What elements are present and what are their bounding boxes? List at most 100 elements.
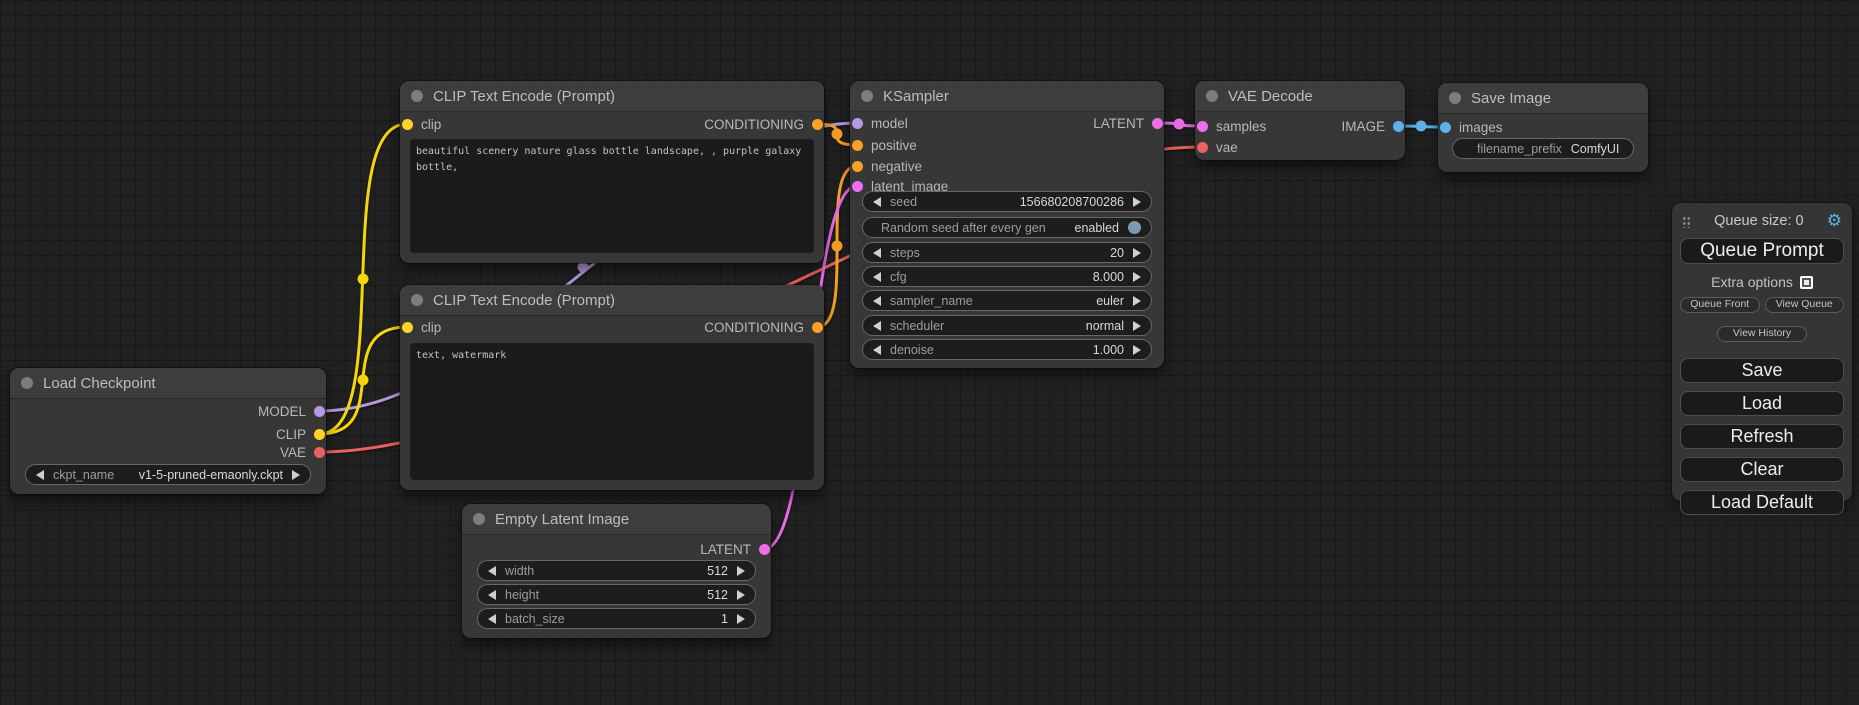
extra-options-checkbox[interactable] [1800,276,1813,289]
load-button[interactable]: Load [1680,391,1844,416]
decrement-arrow-icon[interactable] [873,321,881,331]
input-slot-images[interactable]: images [1440,117,1503,137]
increment-arrow-icon[interactable] [1133,272,1141,282]
increment-arrow-icon[interactable] [1133,248,1141,258]
load-default-button[interactable]: Load Default [1680,490,1844,515]
output-slot-image[interactable]: IMAGE [1341,116,1404,136]
widget-sampler-name[interactable]: sampler_name euler [862,290,1152,311]
input-slot-samples[interactable]: samples [1197,116,1266,136]
widget-width[interactable]: width 512 [477,560,756,581]
image-port-icon[interactable] [1440,122,1451,133]
conditioning-port-icon[interactable] [852,140,863,151]
increment-arrow-icon[interactable] [1133,296,1141,306]
decrement-arrow-icon[interactable] [873,296,881,306]
decrement-arrow-icon[interactable] [488,614,496,624]
drag-handle-icon[interactable] [1682,215,1691,228]
node-titlebar[interactable]: CLIP Text Encode (Prompt) [400,81,824,112]
widget-random-seed[interactable]: Random seed after every gen enabled [862,217,1152,238]
input-slot-clip[interactable]: clip [402,114,441,134]
decrement-arrow-icon[interactable] [488,590,496,600]
latent-port-icon[interactable] [1152,118,1163,129]
input-slot-negative[interactable]: negative [852,156,922,176]
increment-arrow-icon[interactable] [737,590,745,600]
output-slot-vae[interactable]: VAE [280,442,325,462]
output-slot-latent[interactable]: LATENT [1093,113,1163,133]
increment-arrow-icon[interactable] [292,470,300,480]
conditioning-port-icon[interactable] [812,119,823,130]
queue-front-button[interactable]: Queue Front [1680,297,1760,313]
node-titlebar[interactable]: Empty Latent Image [462,504,771,535]
widget-scheduler[interactable]: scheduler normal [862,315,1152,336]
node-clip-text-encode-positive[interactable]: CLIP Text Encode (Prompt) clip CONDITION… [400,81,824,263]
node-titlebar[interactable]: Save Image [1438,83,1648,114]
widget-height[interactable]: height 512 [477,584,756,605]
toggle-icon[interactable] [1128,221,1141,234]
clip-port-icon[interactable] [314,429,325,440]
collapse-dot-icon[interactable] [1449,92,1461,104]
latent-port-icon[interactable] [759,544,770,555]
decrement-arrow-icon[interactable] [873,248,881,258]
view-history-button[interactable]: View History [1717,326,1807,342]
output-slot-conditioning[interactable]: CONDITIONING [704,114,823,134]
view-queue-button[interactable]: View Queue [1765,297,1845,313]
decrement-arrow-icon[interactable] [873,272,881,282]
node-save-image[interactable]: Save Image images filename_prefix ComfyU… [1438,83,1648,172]
node-clip-text-encode-negative[interactable]: CLIP Text Encode (Prompt) clip CONDITION… [400,285,824,490]
node-titlebar[interactable]: KSampler [850,81,1164,112]
model-port-icon[interactable] [314,406,325,417]
widget-ckpt-name[interactable]: ckpt_name v1-5-pruned-emaonly.ckpt [25,464,311,485]
increment-arrow-icon[interactable] [737,614,745,624]
node-load-checkpoint[interactable]: Load Checkpoint MODEL CLIP VAE ckpt_name… [10,368,326,494]
conditioning-port-icon[interactable] [812,322,823,333]
widget-filename-prefix[interactable]: filename_prefix ComfyUI [1452,138,1634,159]
output-slot-latent[interactable]: LATENT [700,539,770,559]
output-slot-clip[interactable]: CLIP [276,424,325,444]
vae-port-icon[interactable] [314,447,325,458]
node-vae-decode[interactable]: VAE Decode samples vae IMAGE [1195,81,1405,160]
increment-arrow-icon[interactable] [1133,321,1141,331]
queue-prompt-button[interactable]: Queue Prompt [1680,238,1844,264]
decrement-arrow-icon[interactable] [873,345,881,355]
save-button[interactable]: Save [1680,358,1844,383]
input-slot-clip[interactable]: clip [402,317,441,337]
gear-icon[interactable]: ⚙ [1827,213,1842,229]
clip-port-icon[interactable] [402,119,413,130]
latent-port-icon[interactable] [852,181,863,192]
collapse-dot-icon[interactable] [411,294,423,306]
image-port-icon[interactable] [1393,121,1404,132]
decrement-arrow-icon[interactable] [488,566,496,576]
clear-button[interactable]: Clear [1680,457,1844,482]
widget-seed[interactable]: seed 156680208700286 [862,191,1152,212]
prompt-textarea[interactable]: beautiful scenery nature glass bottle la… [410,139,814,253]
prompt-textarea[interactable]: text, watermark [410,343,814,480]
model-port-icon[interactable] [852,118,863,129]
node-titlebar[interactable]: Load Checkpoint [10,368,326,399]
increment-arrow-icon[interactable] [1133,345,1141,355]
collapse-dot-icon[interactable] [473,513,485,525]
increment-arrow-icon[interactable] [737,566,745,576]
node-empty-latent-image[interactable]: Empty Latent Image LATENT width 512 heig… [462,504,771,638]
collapse-dot-icon[interactable] [861,90,873,102]
widget-denoise[interactable]: denoise 1.000 [862,339,1152,360]
input-slot-positive[interactable]: positive [852,135,917,155]
vae-port-icon[interactable] [1197,142,1208,153]
node-titlebar[interactable]: VAE Decode [1195,81,1405,112]
collapse-dot-icon[interactable] [21,377,33,389]
decrement-arrow-icon[interactable] [873,197,881,207]
input-slot-vae[interactable]: vae [1197,137,1238,157]
collapse-dot-icon[interactable] [1206,90,1218,102]
node-titlebar[interactable]: CLIP Text Encode (Prompt) [400,285,824,316]
latent-port-icon[interactable] [1197,121,1208,132]
output-slot-model[interactable]: MODEL [258,401,325,421]
node-graph-canvas[interactable]: Load Checkpoint MODEL CLIP VAE ckpt_name… [0,0,1859,705]
widget-cfg[interactable]: cfg 8.000 [862,266,1152,287]
decrement-arrow-icon[interactable] [36,470,44,480]
input-slot-model[interactable]: model [852,113,908,133]
output-slot-conditioning[interactable]: CONDITIONING [704,317,823,337]
conditioning-port-icon[interactable] [852,161,863,172]
node-ksampler[interactable]: KSampler model positive negative latent_… [850,81,1164,368]
increment-arrow-icon[interactable] [1133,197,1141,207]
widget-steps[interactable]: steps 20 [862,242,1152,263]
widget-batch-size[interactable]: batch_size 1 [477,608,756,629]
clip-port-icon[interactable] [402,322,413,333]
